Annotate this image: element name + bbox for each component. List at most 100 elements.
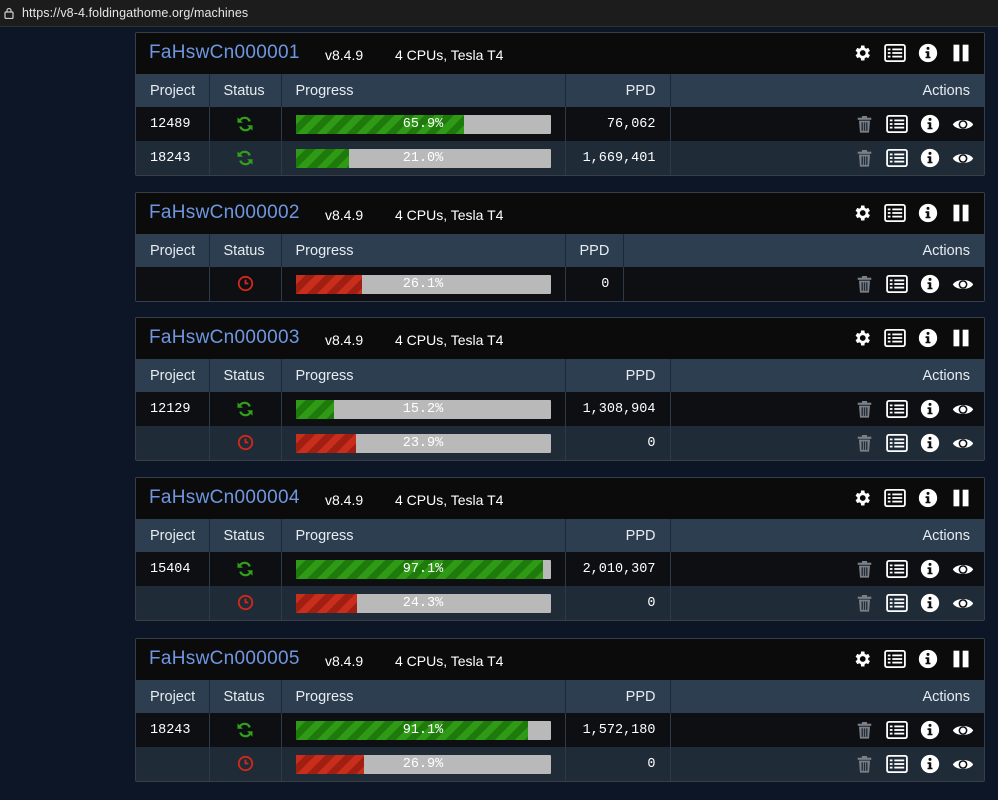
project-cell	[136, 267, 210, 301]
sync-icon	[235, 399, 255, 419]
info-icon[interactable]	[917, 42, 939, 64]
project-cell: 18243	[136, 141, 210, 175]
header-project: Project	[136, 680, 210, 713]
gear-icon[interactable]	[851, 202, 873, 224]
progress-label: 15.2%	[402, 401, 444, 417]
log-icon[interactable]	[886, 720, 908, 740]
project-cell	[136, 747, 210, 781]
work-unit-table: Project Status Progress PPD Actions 12129 15.2…	[136, 359, 984, 460]
machine-name[interactable]: FaHswCn000001	[149, 42, 300, 64]
header-ppd: PPD	[565, 74, 671, 107]
log-icon[interactable]	[886, 593, 908, 613]
trash-icon[interactable]	[853, 148, 875, 168]
lock-icon	[4, 7, 14, 19]
info-icon[interactable]	[919, 754, 941, 774]
log-icon[interactable]	[886, 433, 908, 453]
log-icon[interactable]	[886, 399, 908, 419]
work-unit-table: Project Status Progress PPD Actions 18243 91.1…	[136, 680, 984, 781]
trash-icon[interactable]	[853, 433, 875, 453]
trash-icon[interactable]	[853, 274, 875, 294]
table-row: 24.3% 0	[136, 586, 984, 620]
header-project: Project	[136, 74, 210, 107]
trash-icon[interactable]	[853, 593, 875, 613]
log-icon[interactable]	[884, 42, 906, 64]
header-actions: Actions	[670, 680, 984, 713]
trash-icon[interactable]	[853, 720, 875, 740]
table-header-row: Project Status Progress PPD Actions	[136, 519, 984, 552]
info-icon[interactable]	[919, 559, 941, 579]
machine-name[interactable]: FaHswCn000003	[149, 327, 300, 349]
ppd-cell: 1,308,904	[565, 392, 671, 426]
header-status: Status	[209, 234, 282, 267]
info-icon[interactable]	[917, 202, 939, 224]
machine-version: v8.4.9	[325, 492, 364, 508]
progress-bar: 15.2%	[295, 399, 551, 419]
progress-cell: 26.1%	[281, 267, 566, 301]
info-icon[interactable]	[919, 593, 941, 613]
eye-icon[interactable]	[952, 593, 974, 613]
machine-toolbar	[851, 487, 972, 509]
pause-icon[interactable]	[950, 648, 972, 670]
eye-icon[interactable]	[952, 754, 974, 774]
eye-icon[interactable]	[952, 148, 974, 168]
info-icon[interactable]	[917, 648, 939, 670]
gear-icon[interactable]	[851, 327, 873, 349]
machine-name[interactable]: FaHswCn000002	[149, 202, 300, 224]
pause-icon[interactable]	[950, 487, 972, 509]
eye-icon[interactable]	[952, 433, 974, 453]
gear-icon[interactable]	[851, 487, 873, 509]
log-icon[interactable]	[886, 148, 908, 168]
log-icon[interactable]	[884, 648, 906, 670]
log-icon[interactable]	[886, 274, 908, 294]
info-icon[interactable]	[919, 114, 941, 134]
log-icon[interactable]	[886, 114, 908, 134]
pause-icon[interactable]	[950, 327, 972, 349]
trash-icon[interactable]	[853, 754, 875, 774]
info-icon[interactable]	[919, 148, 941, 168]
table-header-row: Project Status Progress PPD Actions	[136, 74, 984, 107]
gear-icon[interactable]	[851, 648, 873, 670]
progress-cell: 24.3%	[281, 586, 566, 620]
ppd-cell: 2,010,307	[565, 552, 671, 586]
eye-icon[interactable]	[952, 114, 974, 134]
pause-icon[interactable]	[950, 42, 972, 64]
log-icon[interactable]	[886, 754, 908, 774]
trash-icon[interactable]	[853, 399, 875, 419]
info-icon[interactable]	[919, 433, 941, 453]
address-bar[interactable]: https://v8-4.foldingathome.org/machines	[0, 0, 998, 27]
machine-card: FaHswCn000003 v8.4.9 4 CPUs, Tesla T4 Proje…	[135, 317, 985, 461]
info-icon[interactable]	[917, 487, 939, 509]
log-icon[interactable]	[884, 202, 906, 224]
eye-icon[interactable]	[952, 720, 974, 740]
log-icon[interactable]	[886, 559, 908, 579]
table-row: 12129 15.2% 1,308,904	[136, 392, 984, 426]
log-icon[interactable]	[884, 487, 906, 509]
eye-icon[interactable]	[952, 559, 974, 579]
table-header-row: Project Status Progress PPD Actions	[136, 359, 984, 392]
info-icon[interactable]	[919, 274, 941, 294]
header-ppd: PPD	[565, 234, 625, 267]
actions-cell	[670, 141, 984, 175]
work-unit-table: Project Status Progress PPD Actions 26.1% 0	[136, 234, 984, 301]
trash-icon[interactable]	[853, 114, 875, 134]
header-status: Status	[209, 519, 282, 552]
eye-icon[interactable]	[952, 274, 974, 294]
log-icon[interactable]	[884, 327, 906, 349]
info-icon[interactable]	[917, 327, 939, 349]
ppd-cell: 1,572,180	[565, 713, 671, 747]
clock-icon	[237, 755, 254, 772]
work-unit-table: Project Status Progress PPD Actions 12489 65.9…	[136, 74, 984, 175]
pause-icon[interactable]	[950, 202, 972, 224]
machine-card: FaHswCn000002 v8.4.9 4 CPUs, Tesla T4 Proje…	[135, 192, 985, 302]
eye-icon[interactable]	[952, 399, 974, 419]
trash-icon[interactable]	[853, 559, 875, 579]
header-actions: Actions	[623, 234, 984, 267]
info-icon[interactable]	[919, 399, 941, 419]
ppd-cell: 1,669,401	[565, 141, 671, 175]
machine-name[interactable]: FaHswCn000004	[149, 487, 300, 509]
info-icon[interactable]	[919, 720, 941, 740]
machine-name[interactable]: FaHswCn000005	[149, 648, 300, 670]
header-actions: Actions	[670, 74, 984, 107]
gear-icon[interactable]	[851, 42, 873, 64]
progress-bar: 21.0%	[295, 148, 551, 168]
